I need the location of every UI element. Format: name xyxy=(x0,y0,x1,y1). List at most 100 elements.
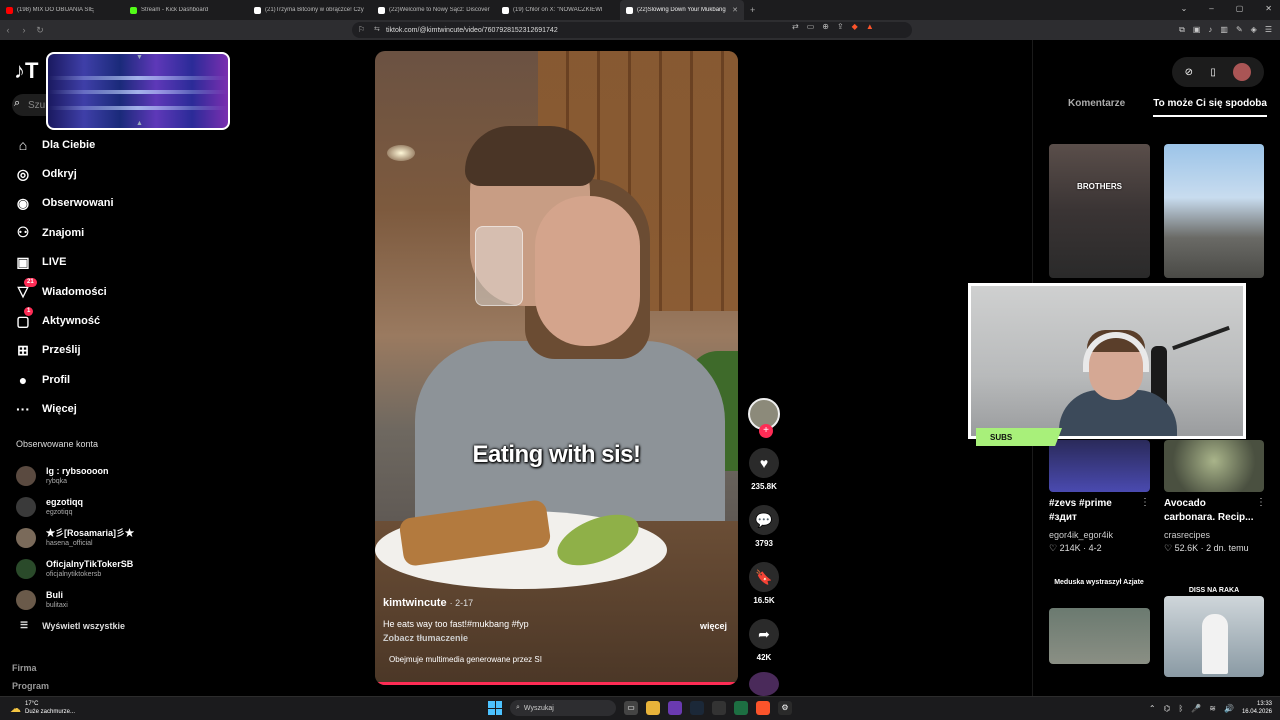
recommended-thumb[interactable]: BROTHERS xyxy=(1049,144,1150,278)
recommended-thumb[interactable] xyxy=(1049,440,1150,492)
video-author[interactable]: kimtwincute xyxy=(383,597,447,609)
forward-button[interactable]: › xyxy=(16,25,32,35)
comment-icon[interactable]: 💬 xyxy=(749,505,779,535)
recommended-thumb[interactable] xyxy=(1049,608,1150,664)
minimize-button[interactable]: – xyxy=(1209,4,1213,13)
browser-tab[interactable]: (22)Welcome to Nowy Sącz: Discover xyxy=(372,0,496,20)
author-avatar[interactable]: + xyxy=(748,398,780,438)
clock[interactable]: 13:33 16.04.2026 xyxy=(1242,700,1272,716)
browser-tab[interactable]: (19) Chlor on X: "NOWACZKIEWI xyxy=(496,0,620,20)
more-link[interactable]: więcej xyxy=(700,621,727,631)
recommended-thumb[interactable] xyxy=(1164,596,1264,677)
compass-icon[interactable]: ⊘ xyxy=(1185,67,1193,78)
vpn-icon[interactable]: ◈ xyxy=(1251,25,1257,35)
brave-rewards-icon[interactable]: ▲ xyxy=(866,22,874,31)
user-avatar[interactable] xyxy=(1233,63,1252,81)
share-icon[interactable]: ⇪ xyxy=(837,22,844,31)
chevron-up-icon[interactable]: ⌃ xyxy=(1149,704,1156,713)
brave-shield-icon[interactable]: ◆ xyxy=(852,22,858,31)
extension-icon[interactable]: ⧉ xyxy=(1179,25,1185,35)
recommended-thumb[interactable] xyxy=(1164,144,1264,278)
recommended-caption[interactable]: Avocado carbonara. Recip... xyxy=(1164,497,1254,525)
wallet-icon[interactable]: ▣ xyxy=(1193,25,1201,35)
sidebar-item-prześlij[interactable]: ⊞ Prześlij xyxy=(14,336,164,365)
sidebar-icon[interactable]: ▥ xyxy=(1220,25,1228,35)
reload-button[interactable]: ↻ xyxy=(32,25,48,36)
sidebar-item-dla-ciebie[interactable]: ⌂ Dla Ciebie xyxy=(14,130,164,159)
sidebar-item-wiadomości[interactable]: ▽ Wiadomości 21 xyxy=(14,277,164,306)
close-button[interactable]: ✕ xyxy=(1265,4,1272,13)
heart-icon[interactable]: ♥ xyxy=(749,448,779,478)
footer-link-company[interactable]: Firma xyxy=(12,663,37,673)
recommended-user[interactable]: crasrecipes xyxy=(1164,530,1210,540)
browser-tab[interactable]: (198) MIX DO OBIJANIA SIĘ xyxy=(0,0,124,20)
bluetooth-icon[interactable]: ᛒ xyxy=(1179,704,1184,713)
steam-icon[interactable] xyxy=(690,701,704,715)
followed-account[interactable]: Buli bulitaxi xyxy=(16,584,146,615)
browser-tab[interactable]: (22)Slowing Down Your Mukbang ✕ xyxy=(620,0,744,20)
more-options-icon[interactable]: ⋮ xyxy=(1140,497,1150,508)
brave-icon[interactable] xyxy=(756,701,770,715)
translate-link[interactable]: Zobacz tłumaczenie xyxy=(383,633,733,643)
sidebar-item-profil[interactable]: ● Profil xyxy=(14,365,164,394)
recommended-caption[interactable]: #zevs #prime #здит xyxy=(1049,497,1137,525)
more-options-icon[interactable]: ⋮ xyxy=(1256,497,1266,508)
follow-plus-icon[interactable]: + xyxy=(759,424,773,438)
footer-link-program[interactable]: Program xyxy=(12,681,49,691)
video-author-line[interactable]: kimtwincute · 2-17 xyxy=(383,597,733,609)
followed-account[interactable]: ★彡[Rosamaria]彡★ hasena_official xyxy=(16,522,146,553)
excel-icon[interactable] xyxy=(734,701,748,715)
windows-start-icon[interactable] xyxy=(488,701,502,715)
new-tab-button[interactable]: + xyxy=(744,5,761,15)
followed-account[interactable]: egzotiqq egzotiqq xyxy=(16,491,146,522)
music-disc-icon[interactable] xyxy=(749,672,779,696)
maximize-button[interactable]: ▢ xyxy=(1236,4,1244,13)
mic-icon[interactable]: 🎤 xyxy=(1191,704,1201,713)
pip-icon[interactable]: ▭ xyxy=(807,22,815,31)
sidebar-item-obserwowani[interactable]: ◉ Obserwowani xyxy=(14,189,164,218)
phone-icon[interactable]: ▯ xyxy=(1210,67,1216,78)
network-icon[interactable]: ⌬ xyxy=(1164,704,1171,713)
menu-icon[interactable]: ☰ xyxy=(1265,25,1272,35)
bookmark-icon[interactable]: ⚐ xyxy=(358,25,365,34)
volume-icon[interactable]: 🔊 xyxy=(1224,704,1234,713)
sidebar-item-odkryj[interactable]: ◎ Odkryj xyxy=(14,159,164,188)
folder-icon[interactable] xyxy=(646,701,660,715)
comment-action[interactable]: 💬 3793 xyxy=(746,505,782,548)
chevron-down-icon[interactable]: ⌄ xyxy=(1181,4,1188,13)
share-arrow-icon[interactable]: ➦ xyxy=(749,619,779,649)
weather-widget[interactable]: ☁ 17°C Duże zachmurze... xyxy=(10,700,75,716)
see-all-link[interactable]: ☰ Wyświetl wszystkie xyxy=(20,620,125,631)
translate-icon[interactable]: ⇄ xyxy=(792,22,799,31)
discord-icon[interactable] xyxy=(668,701,682,715)
tab-recommended[interactable]: To może Ci się spodoba xyxy=(1153,98,1267,117)
browser-tab[interactable]: (21)Trzyma Bitcoiny w obrączce! Czy xyxy=(248,0,372,20)
tab-comments[interactable]: Komentarze xyxy=(1068,98,1125,117)
video-progress-bar[interactable] xyxy=(375,682,738,685)
settings-icon[interactable]: ⚙ xyxy=(778,701,792,715)
sidebar-item-live[interactable]: ▣ LIVE xyxy=(14,248,164,277)
back-button[interactable]: ‹ xyxy=(0,25,16,35)
obs-icon[interactable] xyxy=(712,701,726,715)
save-action[interactable]: 🔖 16.5K xyxy=(746,562,782,605)
sidebar-item-aktywność[interactable]: ▢ Aktywność 1 xyxy=(14,306,164,335)
task-view-icon[interactable]: ▭ xyxy=(624,701,638,715)
sidebar-item-więcej[interactable]: ··· Więcej xyxy=(14,395,164,424)
music-icon[interactable]: ♪ xyxy=(1208,25,1212,35)
followed-account[interactable]: lg : rybsoooon rybqka xyxy=(16,460,146,491)
close-tab-icon[interactable]: ✕ xyxy=(732,6,738,14)
taskbar-search[interactable]: ⌕ Wyszukaj xyxy=(510,700,616,716)
edit-icon[interactable]: ✎ xyxy=(1236,25,1243,35)
sidebar-item-znajomi[interactable]: ⚇ Znajomi xyxy=(14,218,164,247)
recommended-thumb[interactable] xyxy=(1164,440,1264,492)
video-player[interactable]: Eating with sis! kimtwincute · 2-17 He e… xyxy=(375,51,738,685)
zoom-icon[interactable]: ⊕ xyxy=(822,22,829,31)
followed-account[interactable]: OficjalnyTikTokerSB oficjalnytiktokersb xyxy=(16,553,146,584)
share-action[interactable]: ➦ 42K xyxy=(746,619,782,662)
site-info-icon[interactable]: ⇆ xyxy=(374,25,380,33)
tiktok-logo[interactable]: ♪T xyxy=(14,58,38,84)
like-action[interactable]: ♥ 235.8K xyxy=(746,448,782,491)
bookmark-icon[interactable]: 🔖 xyxy=(749,562,779,592)
browser-tab[interactable]: Stream - Kick Dashboard xyxy=(124,0,248,20)
recommended-user[interactable]: egor4ik_egor4ik xyxy=(1049,530,1113,540)
